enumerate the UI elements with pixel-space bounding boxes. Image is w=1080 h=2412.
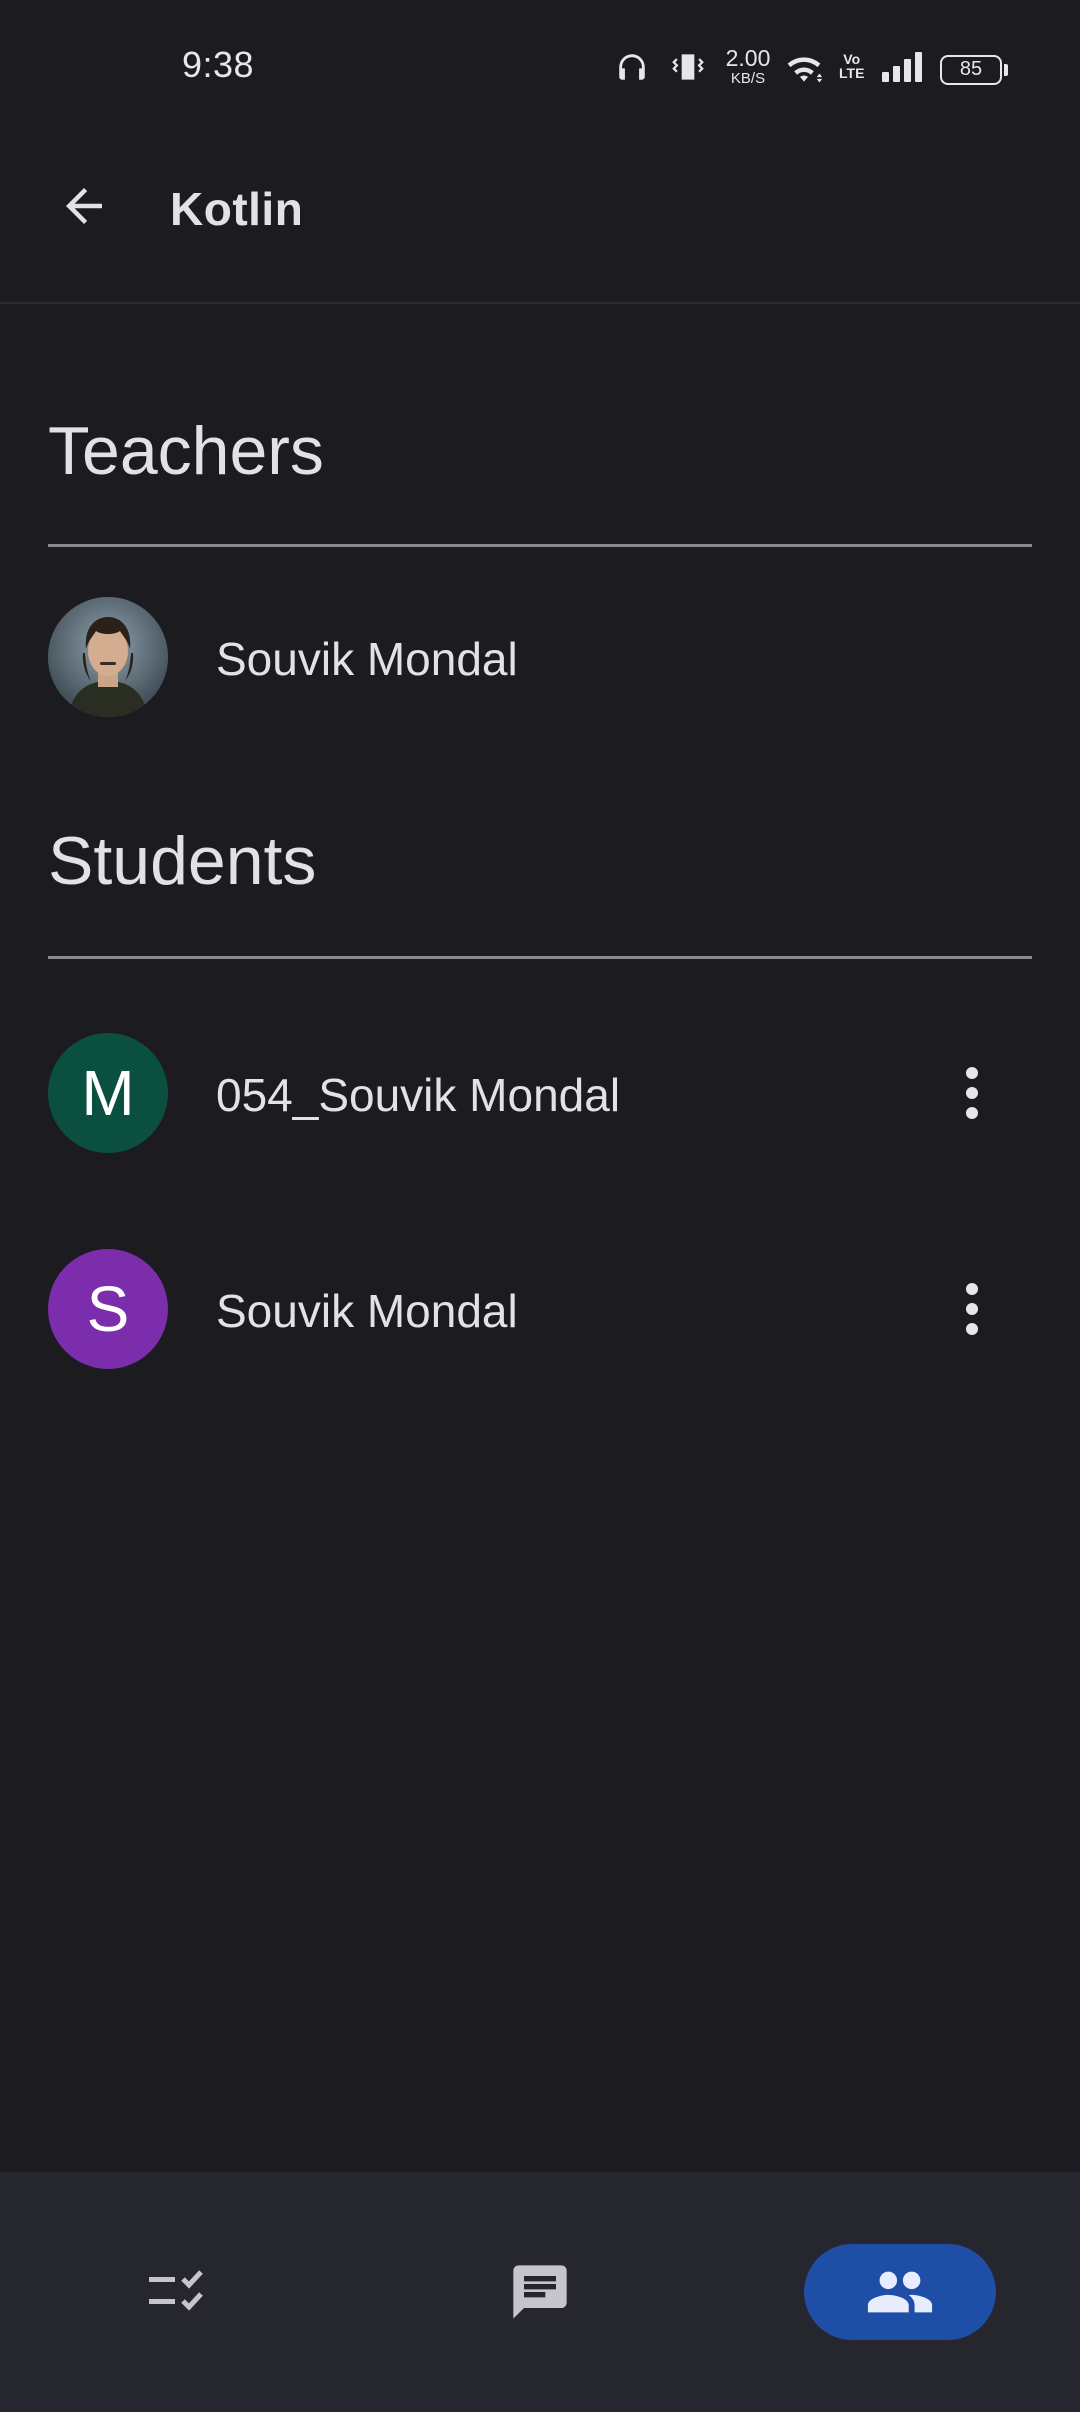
student-more-button[interactable] <box>942 1053 1002 1133</box>
volte-icon: Vo LTE <box>839 52 864 80</box>
nav-people[interactable] <box>804 2244 996 2340</box>
nav-classwork[interactable] <box>84 2244 276 2340</box>
teacher-name: Souvik Mondal <box>216 633 518 685</box>
volte-bottom: LTE <box>839 65 865 81</box>
students-heading: Students <box>48 823 317 899</box>
headphones-icon <box>615 50 649 89</box>
status-time: 9:38 <box>182 44 255 85</box>
teachers-heading: Teachers <box>48 413 324 489</box>
classroom-people-screen: 9:38 2.00 KB/S Vo LTE 85 Kotlin Teachers… <box>0 0 1080 2412</box>
avatar-initial: M <box>81 1057 135 1129</box>
student-row[interactable]: S Souvik Mondal <box>0 1244 1080 1374</box>
student-name: 054_Souvik Mondal <box>216 1069 621 1121</box>
page-title: Kotlin <box>170 183 304 235</box>
avatar: S <box>48 1249 168 1369</box>
battery-icon: 85 <box>940 55 1008 85</box>
wifi-icon <box>782 48 826 93</box>
net-speed: 2.00 KB/S <box>718 45 778 87</box>
people-icon <box>867 2271 933 2313</box>
more-vert-icon <box>966 1283 978 1335</box>
back-button[interactable] <box>48 170 120 242</box>
signal-icon <box>880 50 926 89</box>
stream-icon <box>513 2265 567 2319</box>
more-vert-icon <box>966 1067 978 1119</box>
net-speed-unit: KB/S <box>730 70 766 87</box>
arrow-back-icon <box>66 188 102 224</box>
avatar-initial: S <box>86 1273 130 1345</box>
classwork-icon <box>149 2270 203 2311</box>
student-more-button[interactable] <box>942 1269 1002 1349</box>
avatar <box>48 597 168 717</box>
vibrate-icon <box>669 48 707 91</box>
nav-stream[interactable] <box>444 2244 636 2340</box>
status-bar: 9:38 2.00 KB/S Vo LTE 85 <box>0 0 1080 140</box>
teachers-divider <box>48 544 1032 547</box>
bottom-navigation <box>0 2172 1080 2412</box>
teacher-row[interactable]: Souvik Mondal <box>0 592 1080 722</box>
avatar: M <box>48 1033 168 1153</box>
app-bar: Kotlin <box>0 140 1080 304</box>
net-speed-value: 2.00 <box>725 45 771 71</box>
students-divider <box>48 956 1032 959</box>
student-name: Souvik Mondal <box>216 1285 518 1337</box>
teacher-photo <box>48 597 168 717</box>
student-row[interactable]: M 054_Souvik Mondal <box>0 1028 1080 1158</box>
